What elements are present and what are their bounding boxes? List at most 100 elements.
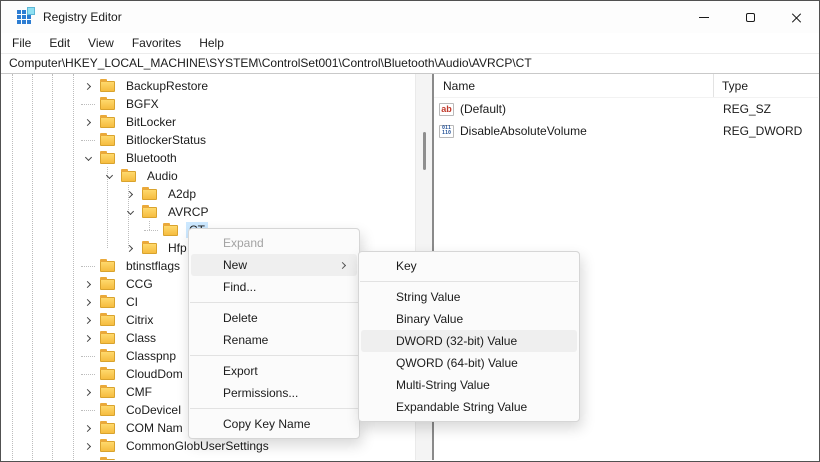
folder-icon [100,135,115,146]
expand-toggle[interactable] [80,419,96,437]
expand-toggle[interactable] [80,455,96,460]
chevron-right-icon [83,82,90,89]
context-menu-item-permissions[interactable]: Permissions... [191,382,357,404]
value-type: REG_SZ [714,102,818,116]
submenu-item-key[interactable]: Key [361,255,577,277]
tree-item-bitlocker[interactable]: BitLocker [2,113,415,131]
tree-item-backuprestore[interactable]: BackupRestore [2,77,415,95]
folder-icon [100,261,115,272]
menu-item-label: Find... [223,280,256,294]
value-name-cell: ab(Default) [434,102,714,116]
menu-separator [190,302,358,303]
dotted-connector [81,104,95,105]
folder-icon [100,153,115,164]
expand-toggle[interactable] [122,203,138,221]
tree-item-bitlockerstatus[interactable]: BitlockerStatus [2,131,415,149]
tree-item-bluetooth[interactable]: Bluetooth [2,149,415,167]
folder-icon [163,225,178,236]
folder-icon [100,441,115,452]
expand-toggle[interactable] [80,149,96,167]
maximize-button[interactable] [727,1,773,33]
expand-toggle[interactable] [80,275,96,293]
expand-toggle[interactable] [80,383,96,401]
tree-item-label: CCG [123,276,156,292]
submenu-item-binary-value[interactable]: Binary Value [361,308,577,330]
tree-item-label: COM Nam [123,420,186,436]
menu-item-label: Copy Key Name [223,417,310,431]
context-menu-item-find[interactable]: Find... [191,276,357,298]
folder-icon [100,81,115,92]
folder-icon [100,369,115,380]
folder-icon [100,387,115,398]
context-menu-item-rename[interactable]: Rename [191,329,357,351]
menu-item-label: String Value [396,290,460,304]
expand-toggle[interactable] [101,167,117,185]
expand-toggle[interactable] [122,239,138,257]
context-menu-item-new[interactable]: New [191,254,357,276]
chevron-down-icon [126,207,133,214]
expand-toggle[interactable] [80,77,96,95]
menu-item-label: DWORD (32-bit) Value [396,334,517,348]
tree-item-bgfx[interactable]: BGFX [2,95,415,113]
tree-item-label: BitLocker [123,114,179,130]
folder-icon [100,423,115,434]
tree-item-label: CoDeviceI [123,402,184,418]
chevron-right-icon [83,334,90,341]
column-header-name[interactable]: Name [434,74,714,97]
string-value-icon: ab [439,103,454,116]
menu-item-label: Binary Value [396,312,463,326]
chevron-right-icon [83,424,90,431]
expand-toggle[interactable] [80,329,96,347]
folder-icon [121,171,136,182]
expand-toggle[interactable] [122,185,138,203]
tree-item-blank[interactable] [2,455,415,460]
menubar-edit[interactable]: Edit [40,33,79,53]
chevron-right-icon [125,244,132,251]
tree-connector [80,131,96,149]
tree-item-avrcp[interactable]: AVRCP [2,203,415,221]
menu-separator [190,408,358,409]
tree-connector [80,347,96,365]
menubar-favorites[interactable]: Favorites [123,33,190,53]
expand-toggle[interactable] [80,437,96,455]
value-row-disableabsolutevolume[interactable]: 011110DisableAbsoluteVolumeREG_DWORD [434,120,818,142]
tree-connector [80,401,96,419]
expand-toggle[interactable] [80,113,96,131]
menu-item-label: Rename [223,333,268,347]
dotted-connector [81,374,95,375]
submenu-item-dword-32-bit-value[interactable]: DWORD (32-bit) Value [361,330,577,352]
submenu-item-expandable-string-value[interactable]: Expandable String Value [361,396,577,418]
tree-item-a2dp[interactable]: A2dp [2,185,415,203]
address-bar[interactable]: Computer\HKEY_LOCAL_MACHINE\SYSTEM\Contr… [1,54,819,74]
tree-item-commonglobusersettings[interactable]: CommonGlobUserSettings [2,437,415,455]
context-menu-item-export[interactable]: Export [191,360,357,382]
folder-icon [100,117,115,128]
menubar-help[interactable]: Help [190,33,233,53]
submenu-item-string-value[interactable]: String Value [361,286,577,308]
submenu-item-multi-string-value[interactable]: Multi-String Value [361,374,577,396]
tree-item-label: BGFX [123,96,162,112]
tree-item-label: Classpnp [123,348,179,364]
folder-icon [142,207,157,218]
tree-item-label: Bluetooth [123,150,180,166]
value-row-default[interactable]: ab(Default)REG_SZ [434,98,818,120]
menu-item-label: Delete [223,311,258,325]
tree-connector [143,221,159,239]
close-button[interactable] [773,1,819,33]
chevron-right-icon [83,442,90,449]
context-menu-item-expand: Expand [191,232,357,254]
expand-toggle[interactable] [80,311,96,329]
menubar-file[interactable]: File [3,33,40,53]
menubar-view[interactable]: View [79,33,123,53]
minimize-button[interactable] [681,1,727,33]
new-submenu: Key String Value Binary Value DWORD (32-bit… [358,251,580,422]
scrollbar-thumb[interactable] [423,132,426,170]
column-header-type[interactable]: Type [714,79,818,93]
expand-toggle[interactable] [80,293,96,311]
tree-item-label: A2dp [165,186,199,202]
context-menu-item-delete[interactable]: Delete [191,307,357,329]
submenu-item-qword-64-bit-value[interactable]: QWORD (64-bit) Value [361,352,577,374]
context-menu-item-copy-key-name[interactable]: Copy Key Name [191,413,357,435]
tree-connector [80,365,96,383]
tree-item-audio[interactable]: Audio [2,167,415,185]
